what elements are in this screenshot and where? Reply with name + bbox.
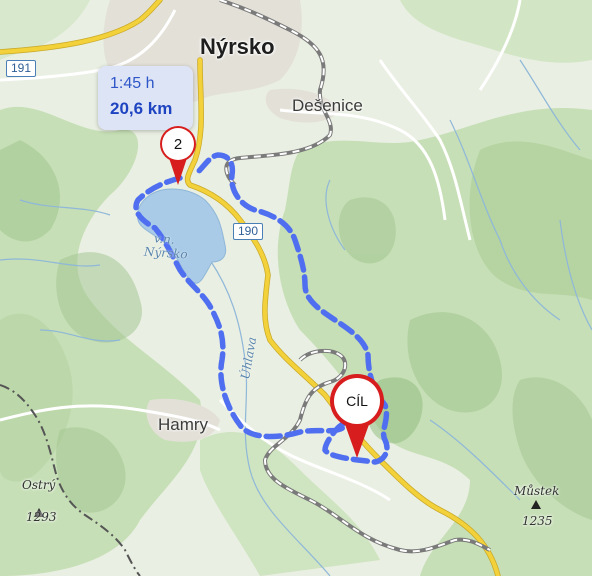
town-label-hamry[interactable]: Hamry <box>158 415 208 435</box>
road-shield-191: 191 <box>6 60 37 77</box>
peak-elevation-ostry: 1293 <box>26 510 57 524</box>
peak-name-ostry: Ostrý <box>22 478 56 492</box>
town-label-nyrsko[interactable]: Nýrsko <box>200 34 275 60</box>
waypoint-marker-2[interactable]: 2 <box>158 125 198 187</box>
route-distance: 20,6 km <box>110 99 173 118</box>
peak-name-mustek: Můstek <box>514 484 560 498</box>
map-view[interactable]: 191 190 Nýrsko Dešenice Hamry v.n. Nýrsk… <box>0 0 592 576</box>
map-canvas[interactable] <box>0 0 592 576</box>
reservoir-label-line2: Nýrsko <box>143 244 189 262</box>
waypoint-label: 2 <box>162 128 194 160</box>
route-duration: 1:45 h <box>110 75 155 92</box>
town-label-desenice[interactable]: Dešenice <box>292 96 363 116</box>
peak-elevation-mustek: 1235 <box>522 514 553 528</box>
finish-marker[interactable]: CÍL <box>328 372 386 460</box>
route-summary-tooltip[interactable]: 1:45 h 20,6 km <box>98 66 193 130</box>
finish-label: CÍL <box>334 378 380 424</box>
road-shield-190: 190 <box>233 223 264 240</box>
